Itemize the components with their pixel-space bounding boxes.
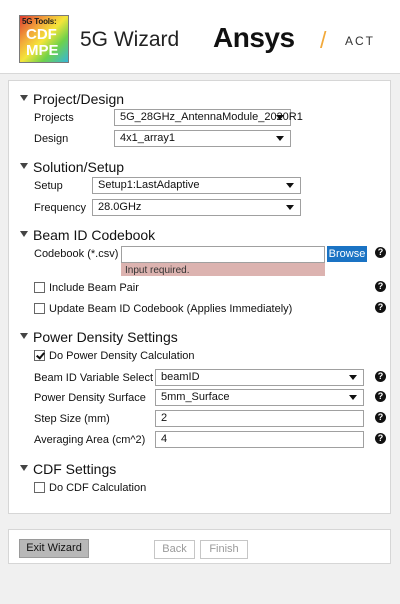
codebook-input[interactable]	[121, 246, 325, 263]
collapse-triangle-icon[interactable]	[20, 163, 28, 169]
beam-var-select[interactable]: beamID	[155, 369, 364, 386]
section-power-density: Power Density Settings	[33, 329, 178, 345]
dropdown-caret-icon	[276, 136, 284, 141]
act-label: ACT	[345, 34, 375, 48]
dropdown-caret-icon	[349, 375, 357, 380]
surface-select-value: 5mm_Surface	[161, 391, 230, 403]
exit-wizard-button[interactable]: Exit Wizard	[19, 539, 89, 558]
do-power-density-label: Do Power Density Calculation	[49, 350, 195, 362]
help-icon[interactable]: ?	[375, 371, 386, 382]
help-icon[interactable]: ?	[375, 302, 386, 313]
help-icon[interactable]: ?	[375, 281, 386, 292]
wizard-header: 5G Tools: CDF MPE 5G Wizard Ansys / ACT	[0, 0, 400, 74]
help-icon[interactable]: ?	[375, 433, 386, 444]
do-cdf-label: Do CDF Calculation	[49, 482, 147, 494]
finish-button[interactable]: Finish	[200, 540, 248, 559]
logo-separator: /	[320, 27, 327, 53]
design-label: Design	[34, 133, 69, 145]
help-icon[interactable]: ?	[375, 412, 386, 423]
dropdown-caret-icon	[276, 115, 284, 120]
5g-tools-logo: 5G Tools: CDF MPE	[19, 15, 69, 63]
ansys-logo: Ansys	[213, 22, 295, 53]
averaging-area-input[interactable]: 4	[155, 431, 364, 448]
help-icon[interactable]: ?	[375, 391, 386, 402]
wizard-footer: Exit Wizard Back Finish	[8, 529, 391, 564]
app-title: 5G Wizard	[80, 28, 180, 51]
dropdown-caret-icon	[349, 395, 357, 400]
logo-line-3: MPE	[26, 42, 59, 59]
frequency-select-value: 28.0GHz	[98, 201, 142, 213]
section-solution-setup: Solution/Setup	[33, 159, 125, 175]
update-codebook-label: Update Beam ID Codebook (Applies Immedia…	[49, 303, 293, 315]
step-size-input[interactable]: 2	[155, 410, 364, 427]
include-beam-pair-checkbox[interactable]	[34, 282, 45, 293]
settings-panel: Project/Design Projects 5G_28GHz_Antenna…	[8, 80, 391, 514]
setup-label: Setup	[34, 180, 63, 192]
logo-line-1: 5G Tools:	[22, 17, 57, 26]
do-cdf-checkbox[interactable]	[34, 482, 45, 493]
collapse-triangle-icon[interactable]	[20, 333, 28, 339]
averaging-area-label: Averaging Area (cm^2)	[34, 434, 146, 446]
collapse-triangle-icon[interactable]	[20, 231, 28, 237]
design-select-value: 4x1_array1	[120, 132, 176, 144]
codebook-error-message: Input required.	[121, 263, 325, 276]
codebook-label: Codebook (*.csv)	[34, 248, 119, 260]
step-size-label: Step Size (mm)	[34, 413, 110, 425]
beam-var-select-value: beamID	[161, 371, 200, 383]
browse-button[interactable]: Browse	[327, 246, 367, 262]
surface-select[interactable]: 5mm_Surface	[155, 389, 364, 406]
collapse-triangle-icon[interactable]	[20, 465, 28, 471]
dropdown-caret-icon	[286, 183, 294, 188]
projects-select[interactable]: 5G_28GHz_AntennaModule_2020R1	[114, 109, 303, 126]
back-button[interactable]: Back	[154, 540, 195, 559]
dropdown-caret-icon	[286, 205, 294, 210]
projects-label: Projects	[34, 112, 74, 124]
setup-select-value: Setup1:LastAdaptive	[98, 179, 200, 191]
section-beam-codebook: Beam ID Codebook	[33, 227, 156, 243]
frequency-select[interactable]: 28.0GHz	[92, 199, 301, 216]
include-beam-pair-label: Include Beam Pair	[49, 282, 139, 294]
collapse-triangle-icon[interactable]	[20, 95, 28, 101]
help-icon[interactable]: ?	[375, 247, 386, 258]
surface-label: Power Density Surface	[34, 392, 146, 404]
section-project-design: Project/Design	[33, 91, 125, 107]
frequency-label: Frequency	[34, 202, 86, 214]
logo-line-2: CDF	[26, 26, 57, 43]
section-cdf: CDF Settings	[33, 461, 117, 477]
setup-select[interactable]: Setup1:LastAdaptive	[92, 177, 301, 194]
design-select[interactable]: 4x1_array1	[114, 130, 291, 147]
update-codebook-checkbox[interactable]	[34, 303, 45, 314]
beam-var-label: Beam ID Variable Select	[34, 372, 154, 384]
do-power-density-checkbox[interactable]	[34, 350, 45, 361]
